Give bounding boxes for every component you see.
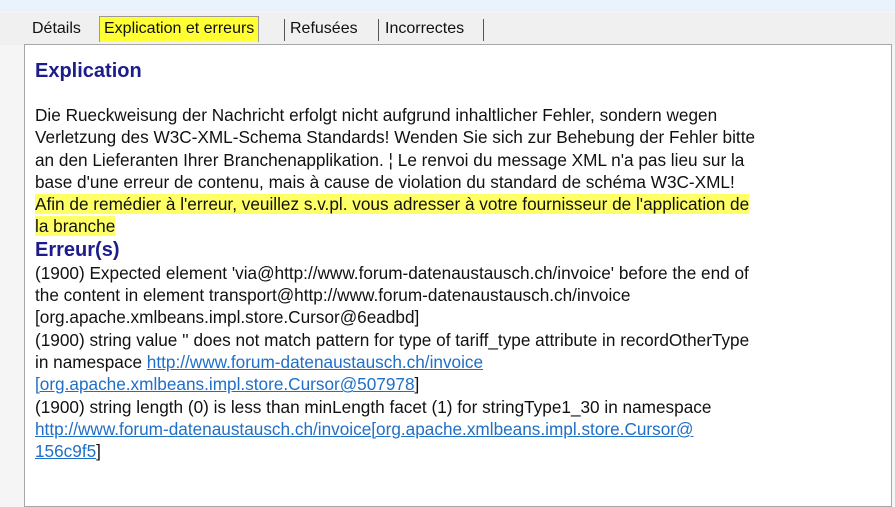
namespace-link[interactable]: http://www.forum-datenaustausch.ch/invoi… (35, 419, 693, 439)
errors-heading: Erreur(s) (35, 238, 120, 261)
tab-refusees[interactable]: Refusées (290, 17, 358, 41)
explanation-line: Verletzung des W3C-XML-Schema Standards!… (35, 127, 756, 148)
error-line: in namespace http://www.forum-datenausta… (35, 351, 885, 373)
window-top-strip (0, 0, 895, 12)
tab-separator (378, 19, 379, 41)
error-text: ] (96, 441, 101, 462)
panel-content: Explication Die Rueckweisung der Nachric… (35, 59, 885, 462)
explanation-panel[interactable]: Explication Die Rueckweisung der Nachric… (24, 44, 892, 507)
error-line: (1900) string value '' does not match pa… (35, 329, 750, 350)
cursor-link[interactable]: [org.apache.xmlbeans.impl.store.Cursor@5… (35, 374, 415, 394)
highlighted-line: Afin de remédier à l'erreur, veuillez s.… (35, 193, 885, 215)
error-line: (1900) string length (0) is less than mi… (35, 396, 712, 417)
explanation-line: Die Rueckweisung der Nachricht erfolgt n… (35, 105, 718, 125)
error-line: [org.apache.xmlbeans.impl.store.Cursor@5… (35, 373, 885, 395)
error-line: 156c9f5] (35, 440, 885, 462)
tab-details[interactable]: Détails (32, 17, 81, 41)
error-line: (1900) Expected element 'via@http://www.… (35, 262, 749, 283)
highlight-text: la branche (35, 216, 116, 237)
tab-separator (483, 19, 484, 41)
explanation-line: base d'une erreur de contenu, mais à cau… (35, 171, 735, 192)
error-line: [org.apache.xmlbeans.impl.store.Cursor@6… (35, 307, 420, 328)
error-line: http://www.forum-datenaustausch.ch/invoi… (35, 418, 885, 440)
tab-separator (284, 19, 285, 41)
error-line: the content in element transport@http://… (35, 285, 631, 306)
explanation-line: an den Lieferanten Ihrer Branchenapplika… (35, 149, 745, 170)
cursor-link[interactable]: 156c9f5 (35, 441, 96, 461)
tab-explication-et-erreurs[interactable]: Explication et erreurs (99, 16, 260, 42)
error-text: ] (414, 374, 420, 395)
highlight-text: Afin de remédier à l'erreur, veuillez s.… (35, 194, 750, 215)
error-text: in namespace (35, 351, 147, 372)
highlighted-line: la branche (35, 215, 885, 237)
namespace-link[interactable]: http://www.forum-datenaustausch.ch/invoi… (147, 352, 483, 372)
tab-incorrectes[interactable]: Incorrectes (385, 17, 464, 41)
explanation-heading: Explication (35, 60, 142, 82)
tab-bar: Détails Explication et erreurs Refusées … (0, 13, 895, 45)
